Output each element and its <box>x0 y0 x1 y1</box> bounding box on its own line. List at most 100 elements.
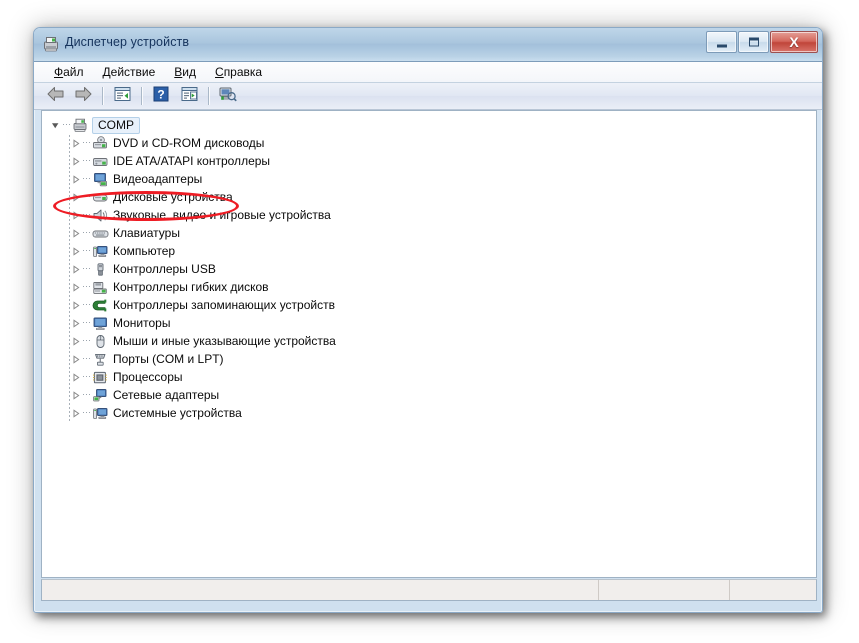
close-button[interactable]: X <box>770 31 818 53</box>
menu-action-accel: Д <box>102 65 111 79</box>
menu-bar: Файл Действие Вид Справка <box>34 62 822 83</box>
status-pane-2 <box>599 580 730 600</box>
status-bar <box>41 579 817 601</box>
expand-triangle-icon[interactable] <box>69 386 82 404</box>
svg-text:?: ? <box>157 87 164 101</box>
device-manager-icon <box>42 35 60 53</box>
menu-view[interactable]: Вид <box>165 63 206 81</box>
tree-connector-dots <box>62 116 71 134</box>
system-device-icon <box>91 405 109 421</box>
tree-item-disk-drives[interactable]: Дисковые устройства <box>47 188 816 206</box>
tree-item-sound-video-game[interactable]: Звуковые, видео и игровые устройства <box>47 206 816 224</box>
dvd-drive-icon <box>91 135 109 151</box>
status-text-3 <box>730 580 816 586</box>
toolbar-separator-2 <box>141 87 142 105</box>
tree-item-processors[interactable]: Процессоры <box>47 368 816 386</box>
tree-item-label: Дисковые устройства <box>113 190 233 204</box>
scan-hardware-changes-button[interactable] <box>215 84 241 109</box>
floppy-controller-icon <box>91 279 109 295</box>
maximize-icon <box>748 37 759 47</box>
expand-triangle-icon[interactable] <box>69 368 82 386</box>
expand-triangle-icon[interactable] <box>69 278 82 296</box>
port-icon <box>91 351 109 367</box>
tree-item-ide-controllers[interactable]: IDE ATA/ATAPI контроллеры <box>47 152 816 170</box>
expand-triangle-icon[interactable] <box>69 188 82 206</box>
status-pane-3 <box>730 580 816 600</box>
tree-connector-dots <box>82 314 91 332</box>
close-icon: X <box>789 34 799 50</box>
expand-triangle-icon[interactable] <box>69 296 82 314</box>
tree-item-label: Мыши и иные указывающие устройства <box>113 334 336 348</box>
expand-triangle-icon[interactable] <box>69 260 82 278</box>
expand-triangle-icon[interactable] <box>69 242 82 260</box>
forward-button[interactable] <box>70 84 96 109</box>
menu-help[interactable]: Справка <box>206 63 272 81</box>
ide-controller-icon <box>91 153 109 169</box>
help-icon: ? <box>153 86 169 107</box>
forward-arrow-icon <box>74 86 93 107</box>
device-tree-pane[interactable]: COMP DVD и CD-ROM дисководы IDE ATA/ATAP… <box>41 110 817 578</box>
maximize-button[interactable] <box>738 31 769 53</box>
tree-item-ports[interactable]: Порты (COM и LPT) <box>47 350 816 368</box>
tree-item-label: Клавиатуры <box>113 226 180 240</box>
tree-item-display-adapters[interactable]: Видеоадаптеры <box>47 170 816 188</box>
tree-connector-dots <box>82 296 91 314</box>
tree-connector-dots <box>82 170 91 188</box>
back-button[interactable] <box>42 84 68 109</box>
tree-item-network-adapters[interactable]: Сетевые адаптеры <box>47 386 816 404</box>
tree-item-dvd-cdrom[interactable]: DVD и CD-ROM дисководы <box>47 134 816 152</box>
tree-item-keyboards[interactable]: Клавиатуры <box>47 224 816 242</box>
tree-root-node[interactable]: COMP <box>47 116 816 134</box>
properties-button[interactable] <box>109 84 135 109</box>
menu-file-accel: Ф <box>54 65 64 79</box>
mouse-icon <box>91 333 109 349</box>
menu-action-label: ействие <box>110 65 156 79</box>
tree-connector-dots <box>82 134 91 152</box>
tree-connector-dots <box>82 206 91 224</box>
expand-triangle-icon[interactable] <box>69 350 82 368</box>
status-text-1 <box>42 580 598 586</box>
toolbar-separator <box>102 87 103 105</box>
tree-item-label: Контроллеры запоминающих устройств <box>113 298 335 312</box>
tree-item-mice[interactable]: Мыши и иные указывающие устройства <box>47 332 816 350</box>
expand-triangle-icon[interactable] <box>69 224 82 242</box>
expand-triangle-icon[interactable] <box>69 332 82 350</box>
minimize-button[interactable] <box>706 31 737 53</box>
menu-action[interactable]: Действие <box>94 63 166 81</box>
expand-triangle-icon[interactable] <box>69 206 82 224</box>
tree-item-system-devices[interactable]: Системные устройства <box>47 404 816 422</box>
expand-triangle-icon[interactable] <box>69 134 82 152</box>
tree-item-storage-controllers[interactable]: Контроллеры запоминающих устройств <box>47 296 816 314</box>
disk-drive-icon <box>91 189 109 205</box>
title-bar: Диспетчер устройств X <box>34 28 822 62</box>
collapse-triangle-icon[interactable] <box>49 116 62 134</box>
expand-triangle-icon[interactable] <box>69 314 82 332</box>
network-adapter-icon <box>91 387 109 403</box>
tree-item-label: Звуковые, видео и игровые устройства <box>113 208 331 222</box>
tree-item-label: Компьютер <box>113 244 176 258</box>
computer-icon <box>91 243 109 259</box>
tree-item-computer[interactable]: Компьютер <box>47 242 816 260</box>
tree-item-label: Сетевые адаптеры <box>113 388 220 402</box>
device-tree: COMP DVD и CD-ROM дисководы IDE ATA/ATAP… <box>42 111 816 422</box>
show-hidden-devices-button[interactable] <box>176 84 202 109</box>
tree-item-label: IDE ATA/ATAPI контроллеры <box>113 154 271 168</box>
tree-connector-dots <box>82 260 91 278</box>
expand-triangle-icon[interactable] <box>69 404 82 422</box>
back-arrow-icon <box>46 86 65 107</box>
menu-file[interactable]: Файл <box>45 63 94 81</box>
expand-triangle-icon[interactable] <box>69 152 82 170</box>
window-title: Диспетчер устройств <box>65 35 190 49</box>
expand-triangle-icon[interactable] <box>69 170 82 188</box>
menu-file-label: айл <box>63 65 84 79</box>
tree-item-floppy-controllers[interactable]: Контроллеры гибких дисков <box>47 278 816 296</box>
tree-connector-dots <box>82 386 91 404</box>
help-button[interactable]: ? <box>148 84 174 109</box>
monitor-icon <box>91 315 109 331</box>
tree-item-monitors[interactable]: Мониторы <box>47 314 816 332</box>
storage-controller-icon <box>91 297 109 313</box>
tree-item-usb-controllers[interactable]: Контроллеры USB <box>47 260 816 278</box>
tree-connector-dots <box>82 242 91 260</box>
tree-connector-dots <box>82 332 91 350</box>
status-text-2 <box>599 580 729 586</box>
